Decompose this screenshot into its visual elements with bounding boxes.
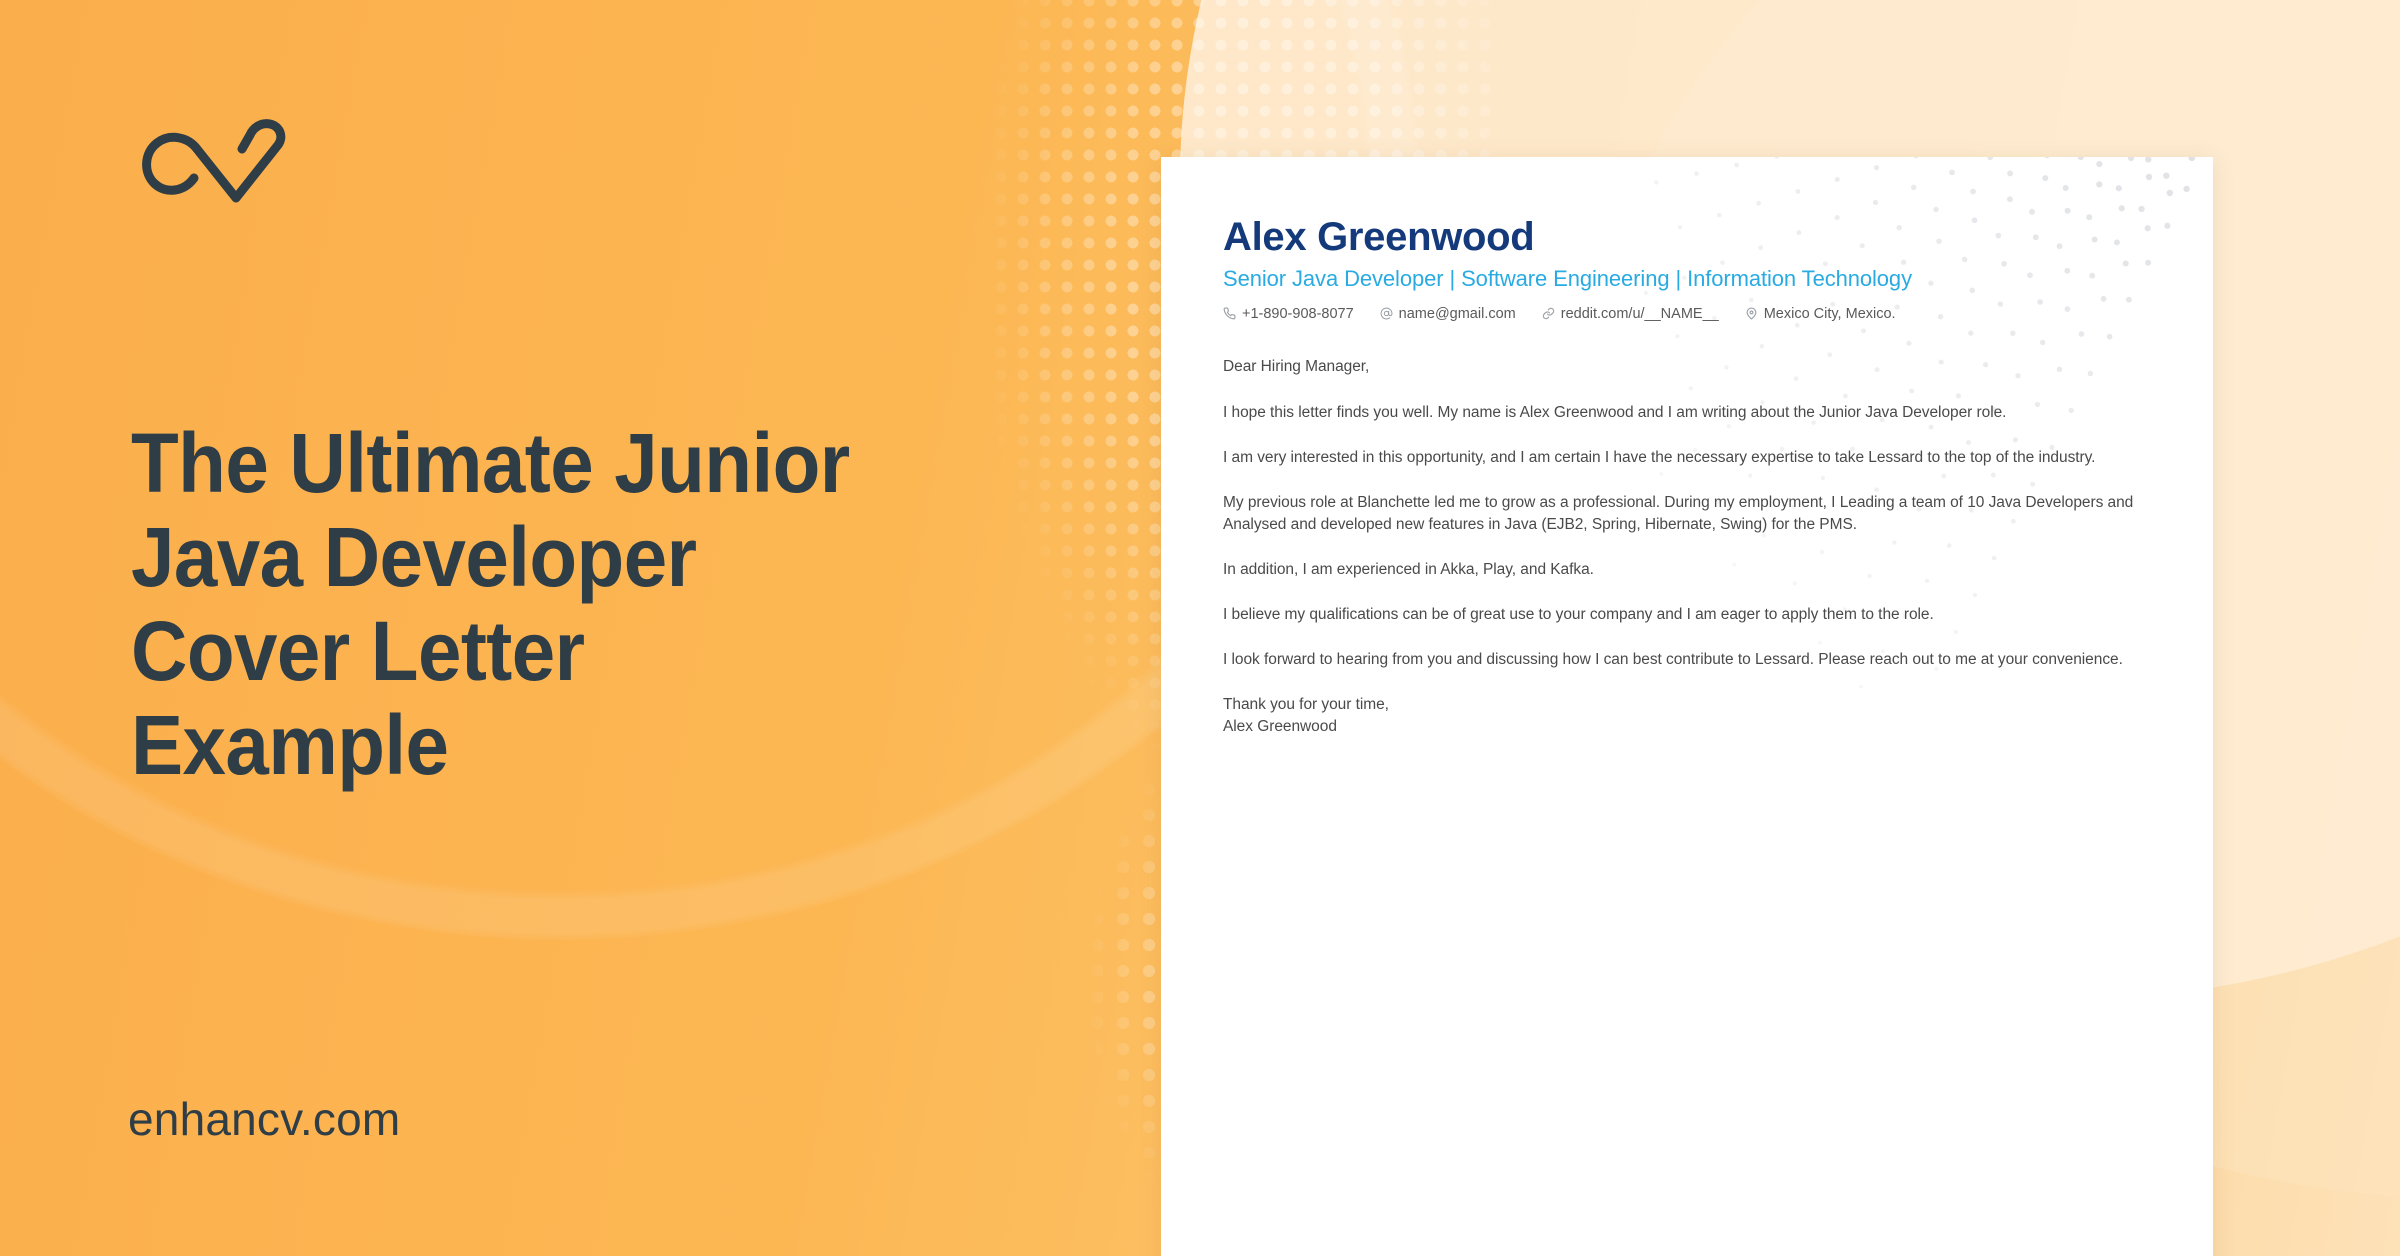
- contact-link: reddit.com/u/__NAME__: [1542, 306, 1719, 322]
- letter-paragraph: I am very interested in this opportunity…: [1223, 448, 2096, 466]
- location-pin-icon: [1745, 307, 1758, 320]
- letter-closing: Thank you for your time, Alex Greenwood: [1223, 694, 2151, 738]
- letter-body: Dear Hiring Manager, I hope this letter …: [1223, 356, 2151, 738]
- letter-signature-name: Alex Greenwood: [1223, 717, 1337, 735]
- cover-letter-document: Alex Greenwood Senior Java Developer | S…: [1161, 157, 2213, 1256]
- candidate-name: Alex Greenwood: [1223, 215, 1535, 259]
- page-title: The Ultimate Junior Java Developer Cover…: [131, 416, 850, 793]
- letter-paragraph: I hope this letter finds you well. My na…: [1223, 403, 2007, 421]
- phone-icon: [1223, 307, 1236, 320]
- candidate-headline: Senior Java Developer | Software Enginee…: [1223, 265, 1912, 291]
- contact-location-value: Mexico City, Mexico.: [1763, 305, 1896, 322]
- contact-email-value: name@gmail.com: [1398, 305, 1516, 322]
- contact-link-value: reddit.com/u/__NAME__: [1560, 305, 1719, 322]
- enhancv-infinity-logo: [132, 112, 292, 204]
- letter-closing-line: Thank you for your time,: [1223, 695, 1389, 713]
- site-url: enhancv.com: [128, 1093, 401, 1145]
- contact-row: +1-890-908-8077 name@gmail.com reddit.co…: [1223, 306, 2151, 322]
- letter-paragraph: In addition, I am experienced in Akka, P…: [1223, 560, 1594, 578]
- link-icon: [1542, 307, 1555, 320]
- letter-paragraph: I believe my qualifications can be of gr…: [1223, 605, 1934, 623]
- contact-email: name@gmail.com: [1380, 306, 1516, 322]
- contact-phone: +1-890-908-8077: [1223, 306, 1354, 322]
- letter-paragraph: My previous role at Blanchette led me to…: [1223, 493, 2134, 533]
- contact-location: Mexico City, Mexico.: [1745, 306, 1896, 322]
- letter-salutation: Dear Hiring Manager,: [1223, 357, 1370, 375]
- contact-phone-value: +1-890-908-8077: [1242, 305, 1354, 322]
- letter-paragraph: I look forward to hearing from you and d…: [1223, 650, 2123, 668]
- promo-card: The Ultimate Junior Java Developer Cover…: [0, 0, 2400, 1256]
- at-email-icon: [1380, 307, 1393, 320]
